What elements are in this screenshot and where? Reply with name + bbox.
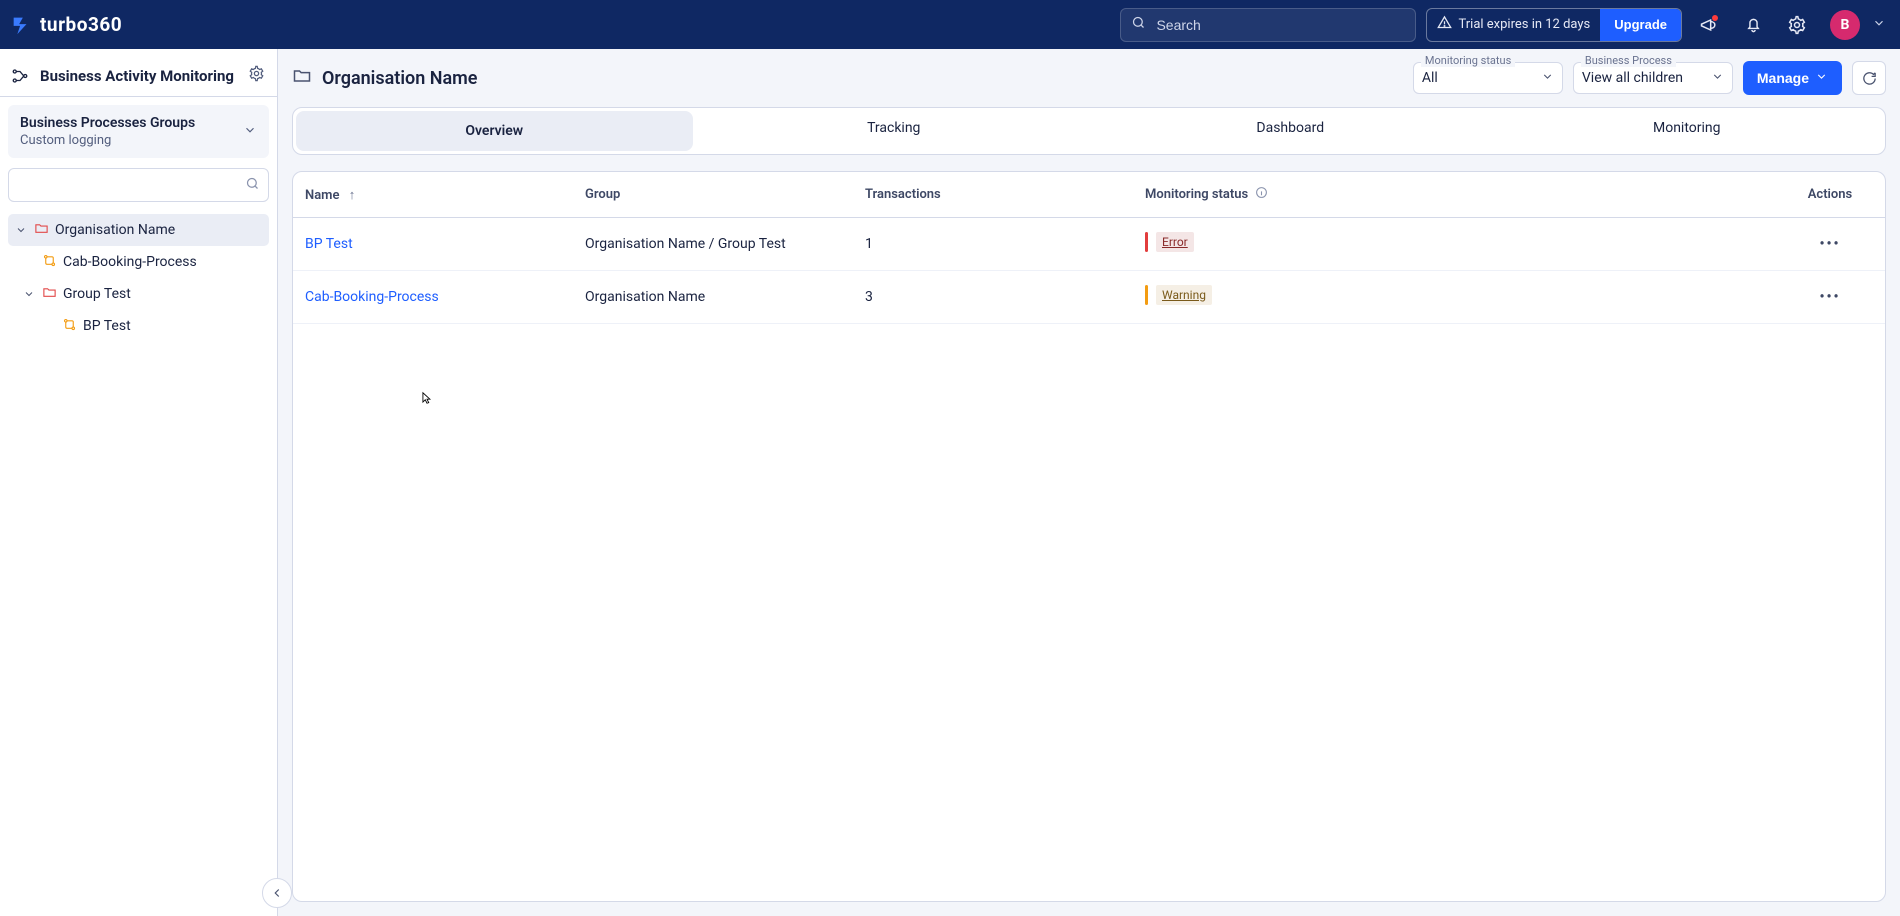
status-bar-icon: [1145, 232, 1148, 252]
chevron-down-icon: [14, 224, 28, 236]
refresh-button[interactable]: [1852, 61, 1886, 95]
brand-logo-icon: [10, 14, 32, 36]
th-actions: Actions: [1775, 172, 1885, 218]
sidebar-title: Business Activity Monitoring: [40, 67, 238, 85]
folder-icon: [292, 66, 312, 91]
th-name[interactable]: Name ↑: [293, 172, 573, 218]
group-picker-subtitle: Custom logging: [20, 133, 243, 148]
table-row: Cab-Booking-Process Organisation Name 3 …: [293, 271, 1885, 324]
user-avatar[interactable]: B: [1830, 10, 1860, 40]
search-icon: [245, 176, 260, 195]
notification-dot-icon: [1711, 14, 1719, 22]
th-group[interactable]: Group: [573, 172, 853, 218]
nav-tree: Organisation Name Cab-Booking-Process Gr…: [0, 208, 277, 916]
brand-name: turbo360: [40, 13, 122, 36]
user-menu-caret-icon[interactable]: [1872, 16, 1886, 34]
sidebar-search[interactable]: [8, 168, 269, 202]
flow-icon: [62, 317, 77, 336]
tab-dashboard[interactable]: Dashboard: [1092, 108, 1489, 148]
tree-node-bp-test[interactable]: BP Test: [8, 310, 269, 342]
cell-transactions: 3: [853, 271, 1133, 324]
tree-node-organisation[interactable]: Organisation Name: [8, 214, 269, 246]
tabs: Overview Tracking Dashboard Monitoring: [292, 107, 1886, 155]
announcements-button[interactable]: [1692, 8, 1726, 42]
bam-icon: [10, 66, 30, 86]
tab-monitoring[interactable]: Monitoring: [1489, 108, 1886, 148]
process-table: Name ↑ Group Transactions Monitoring sta…: [293, 172, 1885, 324]
trial-banner: Trial expires in 12 days Upgrade: [1426, 8, 1682, 42]
breadcrumb: Organisation Name: [292, 66, 477, 91]
folder-icon: [34, 221, 49, 240]
th-status[interactable]: Monitoring status: [1133, 172, 1775, 218]
sidebar-search-input[interactable]: [17, 176, 245, 194]
sidebar: Business Activity Monitoring Business Pr…: [0, 49, 278, 916]
search-icon: [1131, 15, 1146, 34]
th-transactions[interactable]: Transactions: [853, 172, 1133, 218]
manage-button[interactable]: Manage: [1743, 61, 1842, 95]
tree-label: Cab-Booking-Process: [63, 254, 197, 270]
tree-label: BP Test: [83, 318, 131, 334]
row-actions-button[interactable]: •••: [1775, 271, 1885, 324]
cell-group: Organisation Name / Group Test: [573, 218, 853, 271]
info-icon[interactable]: [1255, 188, 1268, 203]
table-row: BP Test Organisation Name / Group Test 1…: [293, 218, 1885, 271]
status-bar-icon: [1145, 285, 1148, 305]
notifications-button[interactable]: [1736, 8, 1770, 42]
sort-asc-icon: ↑: [349, 188, 356, 203]
brand[interactable]: turbo360: [10, 13, 122, 36]
row-actions-button[interactable]: •••: [1775, 218, 1885, 271]
upgrade-button[interactable]: Upgrade: [1600, 9, 1681, 41]
tree-node-group-test[interactable]: Group Test: [8, 278, 269, 310]
cell-group: Organisation Name: [573, 271, 853, 324]
search-input[interactable]: [1154, 16, 1405, 34]
tree-node-cab-booking[interactable]: Cab-Booking-Process: [8, 246, 269, 278]
process-link[interactable]: BP Test: [305, 236, 353, 252]
breadcrumb-text: Organisation Name: [322, 68, 477, 89]
filter-label: Business Process: [1581, 54, 1676, 67]
tree-label: Group Test: [63, 286, 131, 302]
chevron-down-icon: [22, 288, 36, 300]
chevron-down-icon: [243, 123, 257, 141]
chevron-down-icon: [1541, 70, 1554, 87]
manage-label: Manage: [1757, 70, 1809, 86]
th-label: Name: [305, 188, 339, 203]
group-picker[interactable]: Business Processes Groups Custom logging: [8, 105, 269, 158]
trial-text: Trial expires in 12 days: [1458, 17, 1590, 32]
status-link[interactable]: Error: [1156, 232, 1194, 252]
sidebar-settings-button[interactable]: [248, 65, 265, 86]
select-value: All: [1422, 70, 1533, 86]
select-value: View all children: [1582, 70, 1703, 86]
tab-tracking[interactable]: Tracking: [696, 108, 1093, 148]
warning-icon: [1437, 15, 1452, 34]
chevron-down-icon: [1711, 70, 1724, 87]
avatar-initial: B: [1841, 17, 1850, 33]
global-search[interactable]: [1120, 8, 1416, 42]
cell-transactions: 1: [853, 218, 1133, 271]
tab-overview[interactable]: Overview: [296, 111, 693, 151]
sidebar-collapse-button[interactable]: [262, 878, 292, 908]
flow-icon: [42, 253, 57, 272]
filter-label: Monitoring status: [1421, 54, 1515, 67]
status-link[interactable]: Warning: [1156, 285, 1212, 305]
main-content: Organisation Name Monitoring status All …: [278, 49, 1900, 916]
th-label: Monitoring status: [1145, 187, 1248, 202]
group-picker-title: Business Processes Groups: [20, 115, 243, 131]
settings-button[interactable]: [1780, 8, 1814, 42]
overview-panel: Name ↑ Group Transactions Monitoring sta…: [292, 171, 1886, 902]
tree-label: Organisation Name: [55, 222, 175, 238]
chevron-down-icon: [1815, 70, 1828, 86]
process-link[interactable]: Cab-Booking-Process: [305, 289, 439, 305]
top-bar: turbo360 Trial expires in 12 days Upgrad…: [0, 0, 1900, 49]
folder-icon: [42, 285, 57, 304]
